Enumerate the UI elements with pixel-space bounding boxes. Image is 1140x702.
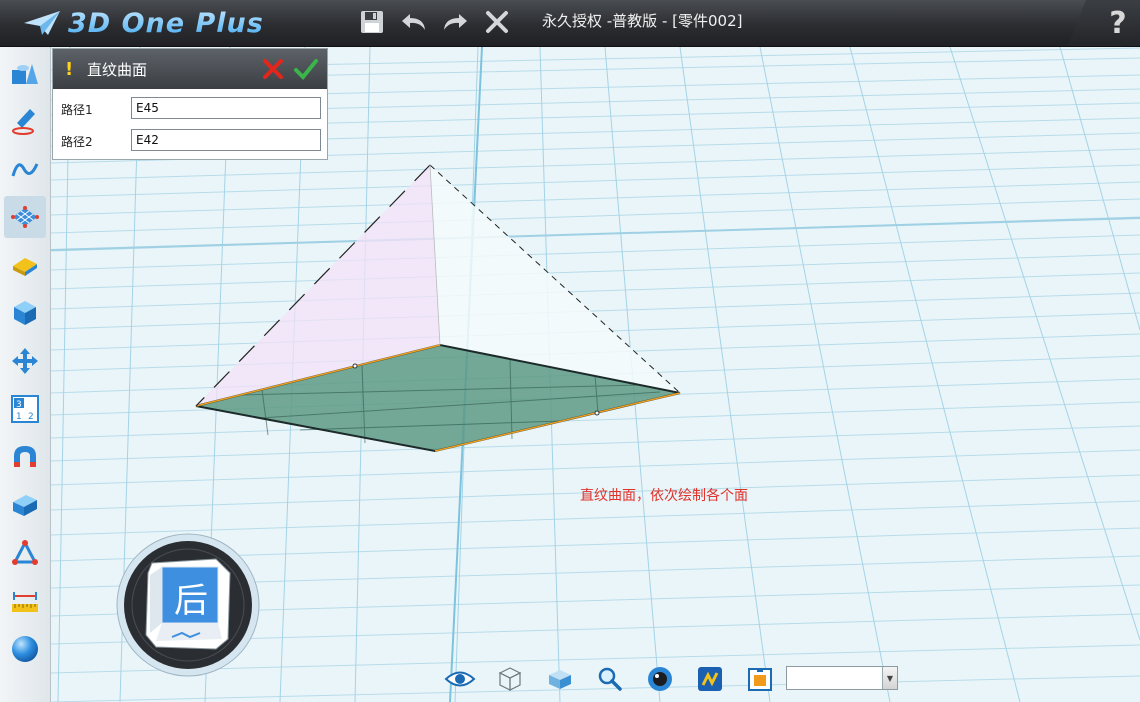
close-icon	[263, 59, 283, 79]
material-icon	[698, 667, 722, 691]
zoom-button[interactable]	[590, 661, 630, 697]
adsorb-button[interactable]	[4, 436, 46, 478]
save-icon	[361, 11, 383, 33]
color-sphere-icon	[12, 636, 38, 662]
path1-row: 路径1 E45	[53, 89, 327, 121]
redo-button[interactable]	[439, 6, 471, 38]
basic-solid-icon	[12, 64, 38, 84]
ruled-surface-panel: ! 直纹曲面 路径1 E45 路径2 E42	[52, 48, 328, 160]
undo-icon	[402, 14, 425, 30]
redo-icon	[444, 14, 467, 30]
special-function-icon	[13, 258, 37, 276]
path2-row: 路径2 E42	[53, 121, 327, 153]
combine-button[interactable]	[4, 484, 46, 526]
curve-button[interactable]	[4, 148, 46, 190]
paper-plane-icon	[24, 11, 60, 35]
wireframe-cube-icon	[498, 667, 522, 691]
undo-button[interactable]	[398, 6, 430, 38]
view-button[interactable]	[440, 661, 480, 697]
surface-button[interactable]	[4, 196, 46, 238]
snapshot-icon	[748, 668, 772, 691]
bottom-toolbar	[440, 660, 790, 698]
help-icon: ?	[1109, 5, 1127, 41]
checkmark-icon	[294, 59, 318, 80]
move-icon	[12, 348, 38, 374]
feature-edit-button[interactable]	[4, 292, 46, 334]
warning-icon: !	[65, 58, 74, 80]
view-cube-face-label: 后	[174, 581, 208, 621]
distance-measure-icon	[12, 539, 38, 565]
panel-title: 直纹曲面	[87, 60, 148, 79]
shaded-button[interactable]	[540, 661, 580, 697]
path1-label: 路径1	[61, 103, 93, 117]
shaded-cube-icon	[549, 670, 571, 689]
color-sphere-button[interactable]	[4, 628, 46, 670]
title-bar: 3D One Plus 永久授权 -普教版 - [零件002] ?	[0, 0, 1140, 47]
svg-text:2: 2	[28, 412, 34, 422]
material-button[interactable]	[690, 661, 730, 697]
move-button[interactable]	[4, 340, 46, 382]
measure-ruler-icon	[12, 592, 38, 612]
feature-edit-icon	[14, 301, 36, 325]
render-button[interactable]	[640, 661, 680, 697]
svg-text:3: 3	[16, 400, 22, 410]
curve-icon	[11, 163, 39, 177]
help-button[interactable]: ?	[1068, 0, 1140, 46]
surface-icon	[11, 206, 39, 228]
delete-button[interactable]	[481, 6, 513, 38]
eye-icon	[444, 671, 476, 687]
combine-icon	[13, 495, 37, 516]
magnet-icon	[14, 446, 36, 467]
view-cube[interactable]: 后	[116, 533, 261, 678]
display-mode-combo[interactable]: ▼	[786, 666, 898, 690]
path2-input[interactable]: E42	[131, 129, 321, 151]
save-button[interactable]	[356, 6, 388, 38]
snapshot-button[interactable]	[740, 661, 780, 697]
svg-text:1: 1	[16, 412, 22, 422]
window-title: 永久授权 -普教版 - [零件002]	[542, 12, 743, 30]
basic-solid-button[interactable]	[4, 52, 46, 94]
distance-measure-button[interactable]	[4, 532, 46, 574]
measure-ruler-button[interactable]	[4, 580, 46, 622]
pattern-button[interactable]: 3 1 2	[4, 388, 46, 430]
special-function-button[interactable]	[4, 244, 46, 286]
wireframe-button[interactable]	[490, 661, 530, 697]
pattern-icon: 3 1 2	[11, 395, 39, 423]
sketch-draw-button[interactable]	[4, 100, 46, 142]
annotation-text: 直纹曲面，依次绘制各个面	[580, 488, 748, 504]
confirm-button[interactable]	[293, 57, 319, 85]
zoom-icon	[598, 667, 622, 691]
delete-icon	[486, 11, 508, 33]
left-sidebar: 3 1 2	[0, 47, 51, 702]
panel-header: ! 直纹曲面	[53, 49, 327, 89]
path1-input[interactable]: E45	[131, 97, 321, 119]
app-logo: 3D One Plus	[22, 6, 264, 40]
cancel-button[interactable]	[261, 57, 285, 85]
sketch-draw-icon	[12, 109, 35, 135]
logo-text: 3D One Plus	[68, 7, 264, 39]
render-icon	[648, 667, 672, 691]
chevron-down-icon[interactable]: ▼	[882, 667, 897, 689]
path2-label: 路径2	[61, 135, 93, 149]
